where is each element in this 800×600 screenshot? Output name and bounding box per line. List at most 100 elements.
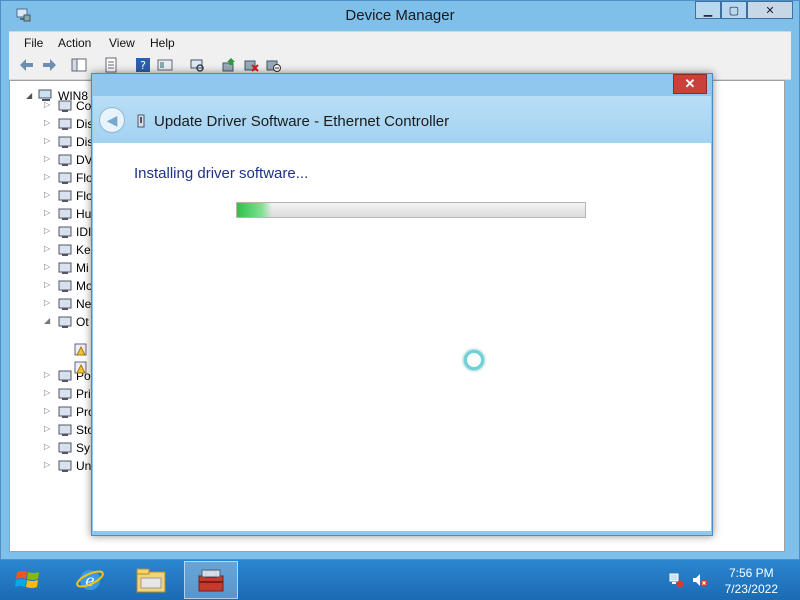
disk-drive-icon	[58, 118, 72, 130]
title-bar[interactable]: Device Manager ▁ ▢ ✕	[1, 1, 799, 31]
help-icon[interactable]: ?	[135, 57, 151, 73]
unknown-device-icon[interactable]	[74, 343, 90, 357]
monitor-icon	[58, 280, 72, 292]
back-arrow-icon: ◀	[106, 111, 118, 128]
network-status-icon[interactable]	[668, 572, 684, 588]
system-clock[interactable]: 7:56 PM 7/23/2022	[725, 565, 778, 597]
collapse-arrow-icon[interactable]: ◢	[44, 316, 50, 325]
menu-file[interactable]: File	[24, 36, 43, 50]
tree-item-label: Ne	[76, 297, 92, 311]
expand-arrow-icon[interactable]: ▷	[44, 460, 50, 469]
volume-muted-icon[interactable]	[692, 572, 708, 588]
svg-text:?: ?	[140, 59, 146, 72]
uninstall-icon[interactable]	[243, 57, 259, 73]
tree-item-label: Co	[76, 99, 92, 113]
status-text: Installing driver software...	[134, 165, 309, 182]
dialog-body: Installing driver software...	[93, 143, 711, 531]
device-manager-taskbar-button[interactable]	[184, 561, 238, 599]
busy-spinner-icon	[464, 350, 484, 370]
expand-arrow-icon[interactable]: ▷	[44, 370, 50, 379]
expand-arrow-icon[interactable]: ▷	[44, 154, 50, 163]
expand-arrow-icon[interactable]: ▷	[44, 424, 50, 433]
taskbar: e 7:56 PM 7/23/2022	[0, 560, 800, 600]
system-device-icon	[58, 442, 72, 454]
expand-arrow-icon[interactable]: ▷	[44, 118, 50, 127]
expand-arrow-icon[interactable]: ▷	[44, 406, 50, 415]
expand-arrow-icon[interactable]: ▷	[44, 172, 50, 181]
start-button[interactable]	[5, 562, 51, 598]
floppy-icon	[58, 172, 72, 184]
usb-controller-icon	[58, 460, 72, 472]
maximize-button[interactable]: ▢	[721, 1, 747, 19]
properties-icon[interactable]	[103, 57, 119, 73]
dialog-title: Update Driver Software - Ethernet Contro…	[154, 113, 450, 130]
keyboard-icon	[58, 244, 72, 256]
tree-item-label: Ot	[76, 315, 89, 329]
disable-device-icon[interactable]	[265, 57, 281, 73]
expand-arrow-icon[interactable]: ▷	[44, 388, 50, 397]
window-title: Device Manager	[345, 7, 455, 24]
storage-controller-icon	[58, 424, 72, 436]
expand-arrow-icon[interactable]: ▷	[44, 442, 50, 451]
collapse-arrow-icon[interactable]: ◢	[26, 91, 32, 100]
show-hide-tree-icon[interactable]	[71, 57, 87, 73]
expand-arrow-icon[interactable]: ▷	[44, 244, 50, 253]
minimize-button[interactable]: ▁	[695, 1, 721, 19]
expand-arrow-icon[interactable]: ▷	[44, 100, 50, 109]
minimize-icon: ▁	[703, 4, 713, 17]
expand-arrow-icon[interactable]: ▷	[44, 208, 50, 217]
scan-hardware-icon[interactable]	[189, 57, 205, 73]
expand-arrow-icon[interactable]: ▷	[44, 226, 50, 235]
progress-fill	[237, 203, 272, 217]
tree-item-label: Pri	[76, 387, 91, 401]
menu-bar: File Action View Help	[9, 31, 791, 54]
unknown-device-icon[interactable]	[74, 361, 90, 375]
internet-explorer-button[interactable]: e	[63, 561, 117, 599]
tree-item-label: Sy	[76, 441, 91, 455]
menu-help[interactable]: Help	[150, 36, 175, 50]
port-icon	[58, 370, 72, 382]
clock-date: 7/23/2022	[724, 582, 778, 596]
ide-controller-icon	[58, 226, 72, 238]
tree-item-label: Ke	[76, 243, 91, 257]
tree-item-label: Un	[76, 459, 92, 473]
dvd-drive-icon	[58, 154, 72, 166]
forward-arrow-icon[interactable]	[41, 57, 57, 73]
expand-arrow-icon[interactable]: ▷	[44, 298, 50, 307]
update-driver-dialog: ✕ ◀ Update Driver Software - Ethernet Co…	[91, 73, 713, 536]
hid-icon	[58, 208, 72, 220]
other-devices-icon	[58, 316, 72, 328]
ethernet-device-icon	[137, 114, 145, 128]
dialog-header: ◀ Update Driver Software - Ethernet Cont…	[93, 96, 711, 143]
computer-icon	[58, 100, 72, 112]
network-adapter-icon	[58, 298, 72, 310]
processor-icon	[58, 406, 72, 418]
back-arrow-icon[interactable]	[19, 57, 35, 73]
expand-arrow-icon[interactable]: ▷	[44, 136, 50, 145]
floppy-controller-icon	[58, 190, 72, 202]
back-button[interactable]: ◀	[99, 107, 125, 133]
expand-arrow-icon[interactable]: ▷	[44, 190, 50, 199]
internet-explorer-icon: e	[76, 570, 104, 590]
file-explorer-button[interactable]	[124, 561, 178, 599]
windows-logo-icon	[15, 571, 39, 588]
tree-item-label: Hu	[76, 207, 92, 221]
folder-icon	[136, 568, 166, 593]
close-button[interactable]: ✕	[747, 1, 793, 19]
close-icon: ✕	[765, 4, 775, 17]
menu-view[interactable]: View	[109, 36, 135, 50]
view-icon[interactable]	[157, 57, 173, 73]
printer-icon	[58, 388, 72, 400]
menu-action[interactable]: Action	[58, 36, 91, 50]
update-driver-icon[interactable]	[221, 57, 237, 73]
progress-bar	[236, 202, 586, 218]
toolbox-icon	[198, 569, 224, 592]
expand-arrow-icon[interactable]: ▷	[44, 262, 50, 271]
display-adapter-icon	[58, 136, 72, 148]
expand-arrow-icon[interactable]: ▷	[44, 280, 50, 289]
clock-time: 7:56 PM	[728, 566, 774, 580]
close-icon: ✕	[684, 76, 696, 91]
dialog-close-button[interactable]: ✕	[673, 74, 707, 94]
mouse-icon	[58, 262, 72, 274]
tree-item-label: Mi	[76, 261, 89, 275]
